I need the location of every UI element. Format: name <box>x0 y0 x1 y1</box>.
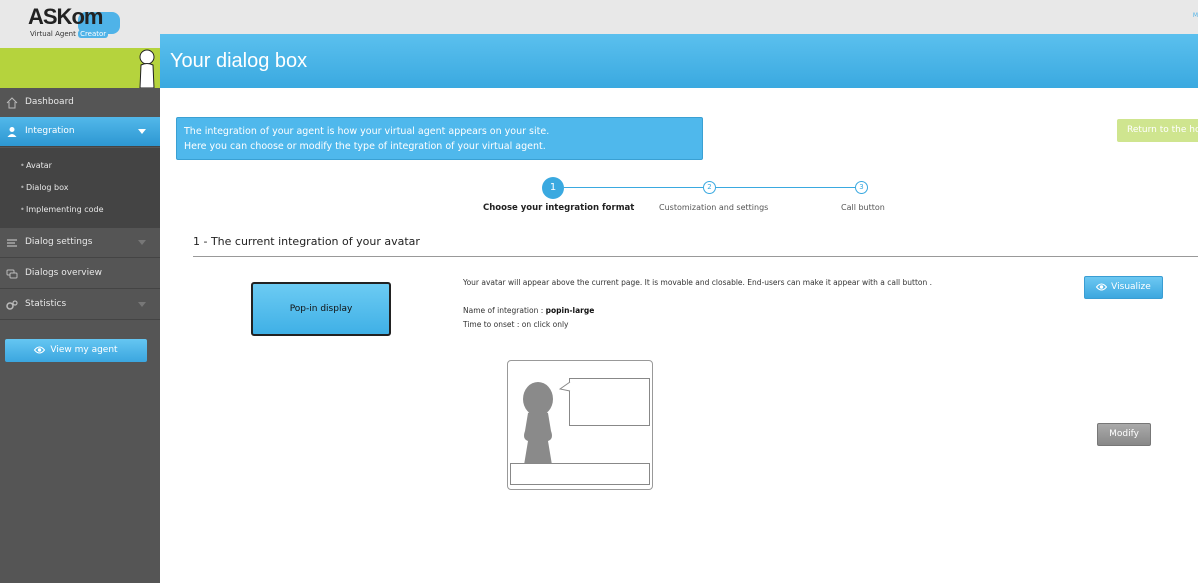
user-icon <box>7 127 17 137</box>
integration-description: Your avatar will appear above the curren… <box>463 278 933 287</box>
submenu-item-avatar[interactable]: Avatar <box>20 161 52 170</box>
step-2-indicator[interactable]: 2 <box>703 181 716 194</box>
integration-info-box: The integration of your agent is how you… <box>176 117 703 160</box>
modify-button[interactable]: Modify <box>1097 423 1151 446</box>
eye-icon <box>34 346 46 353</box>
sidebar-item-label: Statistics <box>25 299 67 309</box>
gears-icon <box>6 300 18 310</box>
return-home-button[interactable]: Return to the home <box>1117 119 1198 142</box>
step-3-indicator[interactable]: 3 <box>855 181 868 194</box>
step-2-label: Customization and settings <box>659 203 769 212</box>
integration-submenu: Avatar Dialog box Implementing code <box>0 148 160 228</box>
integration-name-value: popin-large <box>545 306 595 315</box>
section-title: 1 - The current integration of your avat… <box>193 235 420 248</box>
popin-display-button[interactable]: Pop-in display <box>251 282 391 336</box>
integration-preview <box>507 360 653 490</box>
logo-text: ASKom <box>28 4 103 29</box>
step-1-label: Choose your integration format <box>483 203 635 213</box>
sidebar-item-label: Dialogs overview <box>25 268 103 278</box>
integration-onset-row: Time to onset : on click only <box>463 320 569 329</box>
sidebar-item-label: Integration <box>25 126 75 136</box>
eye-icon <box>1096 283 1108 290</box>
onset-label: Time to onset : <box>463 320 520 329</box>
list-icon <box>7 239 17 247</box>
sidebar-item-dialog-settings[interactable]: Dialog settings <box>0 228 160 258</box>
askom-logo[interactable]: ASKom Virtual Agent Creator <box>28 4 128 46</box>
home-icon <box>6 97 18 109</box>
sidebar-item-dialogs-overview[interactable]: Dialogs overview <box>0 259 160 289</box>
step-connector-1 <box>564 187 703 188</box>
step-3-label: Call button <box>841 203 885 212</box>
chat-icon <box>6 269 18 279</box>
info-line-2: Here you can choose or modify the type o… <box>184 141 546 152</box>
submenu-item-implementing-code[interactable]: Implementing code <box>20 205 103 214</box>
view-my-agent-button[interactable]: View my agent <box>5 339 147 362</box>
sidebar-item-integration[interactable]: Integration <box>0 117 160 147</box>
avatar-silhouette-icon <box>523 382 553 465</box>
visualize-button[interactable]: Visualize <box>1084 276 1163 299</box>
sidebar-item-label: Dashboard <box>25 97 74 107</box>
sidebar-item-statistics[interactable]: Statistics <box>0 290 160 320</box>
page-title: Your dialog box <box>170 50 308 72</box>
view-my-agent-label: View my agent <box>50 345 118 355</box>
info-line-1: The integration of your agent is how you… <box>184 126 550 137</box>
submenu-item-dialog-box[interactable]: Dialog box <box>20 183 69 192</box>
step-1-indicator[interactable]: 1 <box>542 177 564 199</box>
logo-sub-text: Virtual Agent <box>30 30 76 38</box>
visualize-label: Visualize <box>1111 282 1151 292</box>
logo-badge: Creator <box>78 30 109 38</box>
chevron-down-icon <box>138 129 146 134</box>
preview-input-field <box>510 463 650 485</box>
sidebar-item-label: Dialog settings <box>25 237 93 247</box>
sidebar-item-dashboard[interactable]: Dashboard <box>0 88 160 118</box>
bubble-tail-icon <box>559 381 571 392</box>
section-divider <box>193 256 1198 257</box>
title-band: Your dialog box <box>160 34 1198 88</box>
chevron-down-icon <box>138 302 146 307</box>
onset-value: on click only <box>521 320 569 329</box>
avatar-silhouette-icon <box>139 49 155 88</box>
integration-name-label: Name of integration : <box>463 306 544 315</box>
integration-name-row: Name of integration : popin-large <box>463 306 594 315</box>
chevron-down-icon <box>138 240 146 245</box>
preview-speech-bubble <box>569 378 650 426</box>
top-right-link[interactable]: M <box>1193 12 1198 19</box>
step-connector-2 <box>716 187 855 188</box>
logo-subtitle: Virtual Agent Creator <box>30 30 109 38</box>
